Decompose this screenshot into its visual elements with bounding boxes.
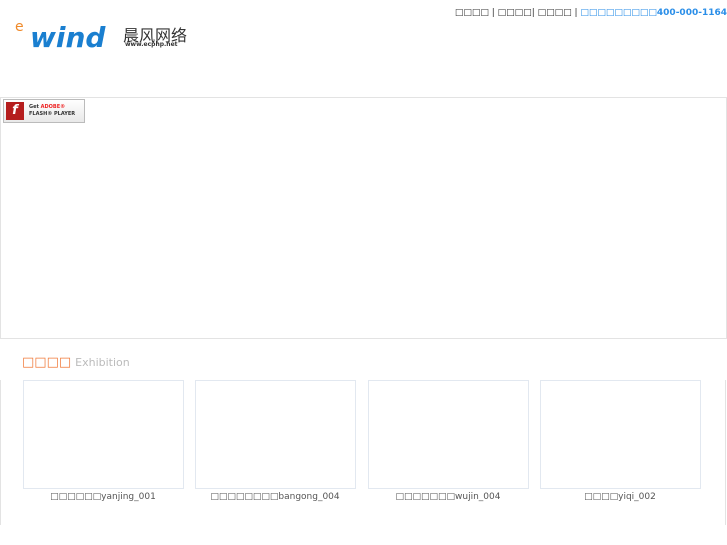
hotline-number: 400-000-1164 [656,8,727,18]
top-links: □□□□ | □□□□| □□□□ | □□□□□□□□□400-000-116… [454,8,727,18]
get-flash-player-button[interactable]: f Get ADOBE® FLASH® PLAYER [3,99,85,123]
exhibition-subtitle: Exhibition [75,356,130,369]
product-caption[interactable]: □□□□□□□wujin_004 [358,492,538,502]
svg-text:wind: wind [30,21,106,51]
exhibition-title: □□□□ [22,355,72,370]
product-image[interactable] [23,380,184,489]
top-link-1[interactable]: □□□□ [455,8,489,18]
scroll-left-edge [0,380,1,525]
svg-text:www.ecphp.net: www.ecphp.net [125,41,178,48]
product-image[interactable] [540,380,701,489]
logo[interactable]: e wind 晨风网络 www.ecphp.net ewind [15,15,195,54]
exhibition-heading: □□□□ Exhibition [22,355,130,370]
ewind-logo-icon: e wind 晨风网络 www.ecphp.net [15,19,187,54]
product-caption[interactable]: □□□□□□yanjing_001 [13,492,193,502]
hotline-label: □□□□□□□□□ [580,8,657,18]
badge-get: Get [29,104,39,110]
badge-player: FLASH® PLAYER [29,111,76,117]
product-image[interactable] [195,380,356,489]
scroll-right-edge [725,380,726,525]
product-caption[interactable]: □□□□yiqi_002 [530,492,710,502]
flash-banner: f Get ADOBE® FLASH® PLAYER [0,97,727,339]
product-caption[interactable]: □□□□□□□□bangong_004 [185,492,365,502]
badge-adobe: ADOBE® [40,104,66,110]
product-image[interactable] [368,380,529,489]
flash-icon: f [6,102,24,120]
svg-text:e: e [15,19,24,35]
top-link-2[interactable]: □□□□ [498,8,532,18]
top-link-3[interactable]: □□□□ [538,8,572,18]
